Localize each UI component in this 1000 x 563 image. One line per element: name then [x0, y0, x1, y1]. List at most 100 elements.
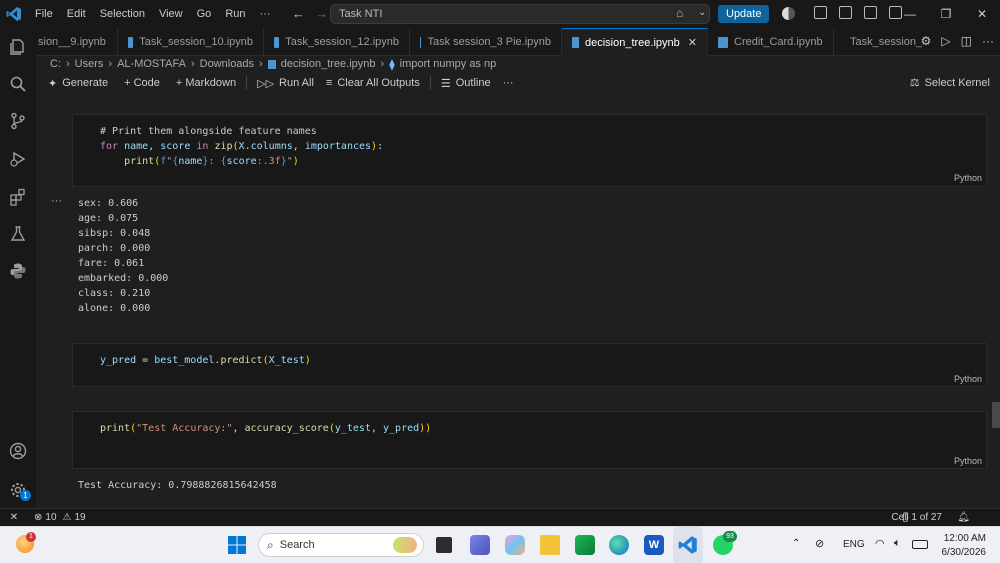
warnings-icon[interactable]: ⚠ — [63, 512, 72, 523]
breadcrumb-users[interactable]: Users — [75, 58, 104, 70]
accounts-icon[interactable] — [782, 7, 795, 20]
outline-button[interactable]: ☰ Outline — [435, 77, 497, 90]
update-button[interactable]: Update — [718, 5, 770, 23]
toolbar-divider — [246, 76, 248, 90]
customize-layout-icon[interactable] — [814, 6, 827, 19]
date: 6/30/2026 — [941, 547, 987, 558]
explorer-icon[interactable] — [9, 38, 27, 56]
error-count[interactable]: 10 — [45, 512, 56, 523]
outline-icon: ☰ — [440, 77, 451, 90]
minimize-icon[interactable]: — — [892, 0, 928, 28]
store-icon[interactable] — [575, 535, 595, 555]
extensions-icon[interactable] — [9, 188, 27, 206]
tab-task-session-12[interactable]: Task_session_12.ipynb — [264, 28, 410, 56]
clock[interactable]: 12:00 AM 6/30/2026 — [942, 532, 987, 560]
tray-chevron-icon[interactable]: ⌃ — [792, 538, 800, 549]
run-icon[interactable]: ▷ — [941, 34, 950, 48]
restore-icon[interactable]: ❐ — [928, 0, 964, 28]
more-toolbar-button[interactable]: ··· — [497, 77, 520, 89]
menu-run[interactable]: Run — [218, 0, 252, 28]
kernel-icon: ⚖ — [909, 77, 920, 89]
tab-task-session[interactable]: Task_session_ — [834, 28, 932, 56]
braces-icon[interactable]: {} — [902, 512, 909, 523]
notebook-settings-icon[interactable]: ⚙ — [921, 34, 932, 48]
command-center-search[interactable]: Task NTI — [330, 4, 710, 24]
bell-icon[interactable]: 🔔︎ — [957, 512, 970, 523]
back-arrow-icon[interactable]: ← — [292, 6, 305, 21]
clear-all-outputs-button[interactable]: ≡ Clear All Outputs — [320, 77, 426, 89]
cell-1-code[interactable]: # Print them alongside feature names for… — [100, 124, 383, 169]
volume-icon[interactable]: 🔈︎ — [894, 537, 901, 550]
add-markdown-button[interactable]: + Markdown — [170, 77, 242, 89]
wifi-icon[interactable]: ◠ — [875, 537, 885, 550]
tab-decision-tree[interactable]: decision_tree.ipynb ✕ — [562, 28, 708, 56]
menu-selection[interactable]: Selection — [93, 0, 152, 28]
close-icon[interactable]: ✕ — [964, 0, 1000, 28]
breadcrumb-cell[interactable]: import numpy as np — [400, 58, 497, 70]
remote-icon[interactable]: ✕ — [0, 512, 28, 523]
code-cell-1[interactable]: # Print them alongside feature names for… — [72, 114, 987, 187]
breadcrumb-file[interactable]: decision_tree.ipynb — [281, 58, 376, 70]
weather-badge: 1 — [26, 532, 36, 542]
tab-task-session-3-pie[interactable]: Task session_3 Pie.ipynb — [410, 28, 562, 56]
breadcrumb-user[interactable]: AL-MOSTAFA — [117, 58, 186, 70]
output-line: embarked: 0.000 — [78, 273, 169, 284]
add-code-button[interactable]: + Code — [118, 77, 166, 89]
cell-2-code[interactable]: y_pred = best_model.predict(X_test) — [100, 353, 311, 368]
tab-session-9[interactable]: sion__9.ipynb — [36, 28, 118, 56]
cell-3-code[interactable]: print("Test Accuracy:", accuracy_score(y… — [100, 421, 431, 436]
python-icon[interactable] — [9, 262, 27, 280]
menu-view[interactable]: View — [152, 0, 190, 28]
source-control-icon[interactable] — [9, 112, 27, 130]
chevron-down-icon[interactable]: ⌄ — [698, 7, 706, 18]
cell-language-label[interactable]: Python — [954, 173, 982, 183]
warning-count[interactable]: 19 — [74, 512, 85, 523]
more-actions-icon[interactable]: ··· — [982, 34, 994, 48]
breadcrumb-downloads[interactable]: Downloads — [200, 58, 254, 70]
output-more-icon[interactable]: ··· — [51, 195, 62, 207]
word-icon[interactable]: W — [644, 535, 664, 555]
select-kernel-button[interactable]: ⚖ Select Kernel — [909, 76, 990, 90]
copilot-icon[interactable]: ⌂ — [676, 6, 683, 20]
teams-icon[interactable] — [470, 535, 490, 555]
menu-file[interactable]: File — [28, 0, 60, 28]
generate-button[interactable]: ✦ Generate — [42, 77, 114, 90]
run-all-icon: ▷▷ — [257, 77, 275, 90]
split-editor-icon[interactable]: ◫ — [961, 34, 972, 48]
account-icon[interactable] — [9, 442, 27, 460]
testing-flask-icon[interactable] — [9, 225, 27, 243]
menu-go[interactable]: Go — [190, 0, 219, 28]
code-cell-3[interactable]: print("Test Accuracy:", accuracy_score(y… — [72, 411, 987, 469]
breadcrumb-drive[interactable]: C: — [50, 58, 61, 70]
taskbar-search[interactable]: ⌕ Search — [258, 533, 424, 557]
run-debug-icon[interactable] — [9, 150, 27, 168]
errors-icon[interactable]: ⊗ — [34, 512, 42, 523]
whatsapp-badge: 93 — [723, 531, 737, 542]
editor-scrollbar[interactable] — [992, 402, 1000, 428]
menu-more[interactable]: ··· — [253, 0, 278, 28]
menu-edit[interactable]: Edit — [60, 0, 93, 28]
vscode-taskbar-icon[interactable] — [678, 535, 698, 555]
toggle-sidebar-icon[interactable] — [839, 6, 852, 19]
battery-icon[interactable] — [912, 540, 928, 549]
language-indicator[interactable]: ENG — [843, 539, 865, 550]
toggle-panel-icon[interactable] — [864, 6, 877, 19]
copilot-app-icon[interactable] — [505, 535, 525, 555]
file-explorer-icon[interactable] — [540, 535, 560, 555]
notebook-file-icon — [420, 36, 422, 48]
edge-icon[interactable] — [609, 535, 629, 555]
network-off-icon[interactable]: ⊘ — [815, 537, 824, 550]
cell-position[interactable]: Cell 1 of 27 — [891, 512, 942, 523]
close-tab-icon[interactable]: ✕ — [688, 36, 697, 49]
cell-language-label[interactable]: Python — [954, 374, 982, 384]
settings-badge: 1 — [20, 490, 31, 501]
cell-language-label[interactable]: Python — [954, 456, 982, 466]
run-all-button[interactable]: ▷▷ Run All — [251, 77, 320, 90]
windows-start-icon[interactable] — [228, 536, 246, 554]
task-view-icon[interactable] — [436, 537, 452, 553]
code-cell-2[interactable]: y_pred = best_model.predict(X_test) Pyth… — [72, 343, 987, 387]
forward-arrow-icon[interactable]: → — [315, 6, 328, 21]
tab-task-session-10[interactable]: Task_session_10.ipynb — [118, 28, 264, 56]
tab-credit-card[interactable]: Credit_Card.ipynb — [708, 28, 834, 56]
search-icon[interactable] — [9, 75, 27, 93]
